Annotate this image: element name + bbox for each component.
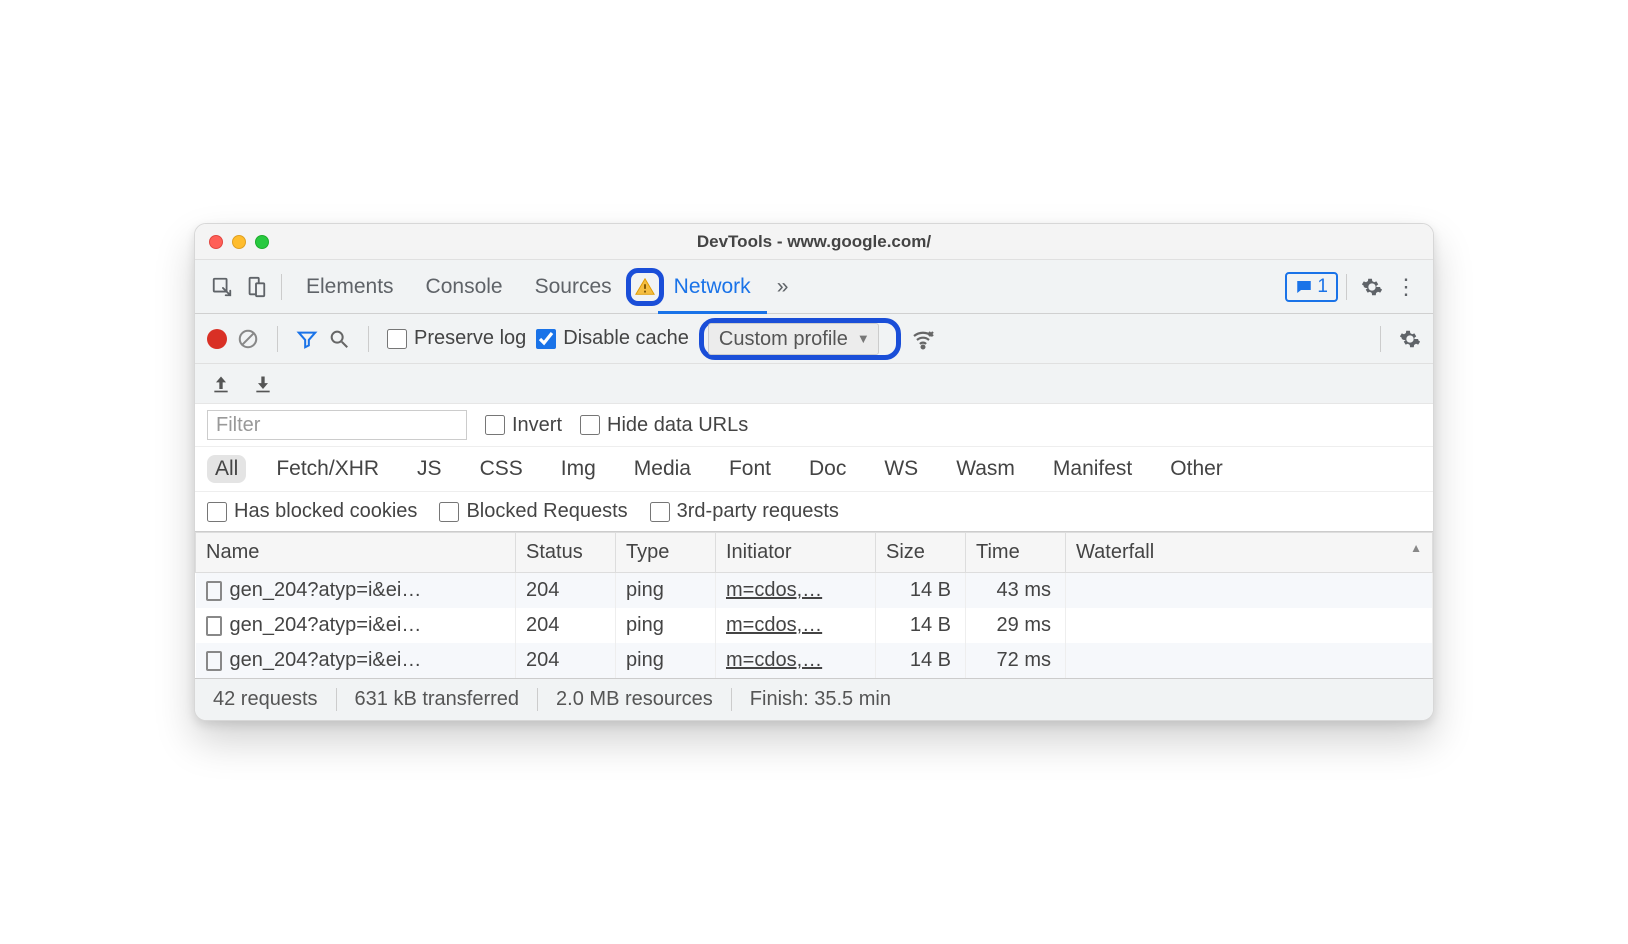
invert-checkbox[interactable]: Invert — [485, 414, 562, 437]
initiator-link[interactable]: m=cdos,… — [726, 614, 822, 636]
filter-js[interactable]: JS — [409, 455, 450, 483]
hide-data-urls-checkbox[interactable]: Hide data URLs — [580, 414, 748, 437]
col-waterfall[interactable]: Waterfall — [1066, 533, 1433, 573]
filter-wasm[interactable]: Wasm — [948, 455, 1023, 483]
invert-label: Invert — [512, 414, 562, 437]
request-row[interactable]: gen_204?atyp=i&ei… 204 ping m=cdos,… 14 … — [196, 643, 1433, 678]
col-type[interactable]: Type — [616, 533, 716, 573]
document-icon — [206, 581, 222, 601]
main-tabbar: Elements Console Sources Network » 1 ⋮ — [195, 260, 1433, 314]
filter-placeholder: Filter — [216, 414, 260, 437]
filter-img[interactable]: Img — [553, 455, 604, 483]
filter-row: Filter Invert Hide data URLs — [195, 404, 1433, 447]
preserve-log-checkbox[interactable]: Preserve log — [387, 327, 526, 350]
request-row[interactable]: gen_204?atyp=i&ei… 204 ping m=cdos,… 14 … — [196, 573, 1433, 609]
har-row — [195, 364, 1433, 404]
device-toggle-icon[interactable] — [239, 270, 273, 304]
status-bar: 42 requests 631 kB transferred 2.0 MB re… — [195, 678, 1433, 720]
network-settings-icon[interactable] — [1399, 328, 1421, 350]
disable-cache-label: Disable cache — [563, 327, 689, 350]
issues-badge[interactable]: 1 — [1285, 272, 1338, 302]
separator — [1380, 326, 1381, 352]
col-name[interactable]: Name — [196, 533, 516, 573]
tab-sources[interactable]: Sources — [519, 260, 628, 313]
inspect-icon[interactable] — [205, 270, 239, 304]
preserve-log-label: Preserve log — [414, 327, 526, 350]
tab-elements[interactable]: Elements — [290, 260, 410, 313]
document-icon — [206, 651, 222, 671]
disable-cache-checkbox[interactable]: Disable cache — [536, 327, 689, 350]
warning-icon — [634, 276, 656, 298]
clear-icon[interactable] — [237, 328, 259, 350]
status-requests: 42 requests — [195, 688, 337, 711]
filter-doc[interactable]: Doc — [801, 455, 854, 483]
filter-all[interactable]: All — [207, 455, 246, 483]
resource-type-filters: All Fetch/XHR JS CSS Img Media Font Doc … — [195, 447, 1433, 492]
separator — [281, 274, 282, 300]
network-conditions-icon[interactable] — [911, 327, 935, 351]
throttling-select[interactable]: Custom profile — [708, 323, 879, 355]
col-size[interactable]: Size — [876, 533, 966, 573]
filter-fetch-xhr[interactable]: Fetch/XHR — [268, 455, 387, 483]
separator — [1346, 274, 1347, 300]
hide-data-urls-label: Hide data URLs — [607, 414, 748, 437]
third-party-checkbox[interactable]: 3rd-party requests — [650, 500, 839, 523]
more-tabs-Button[interactable]: » — [767, 275, 799, 299]
separator — [368, 326, 369, 352]
export-har-icon[interactable] — [211, 374, 231, 394]
requests-table: Name Status Type Initiator Size Time Wat… — [195, 532, 1433, 678]
status-resources: 2.0 MB resources — [538, 688, 732, 711]
filter-css[interactable]: CSS — [472, 455, 531, 483]
issues-count: 1 — [1317, 276, 1328, 298]
document-icon — [206, 616, 222, 636]
col-initiator[interactable]: Initiator — [716, 533, 876, 573]
initiator-link[interactable]: m=cdos,… — [726, 579, 822, 601]
kebab-menu-icon[interactable]: ⋮ — [1389, 270, 1423, 304]
request-row[interactable]: gen_204?atyp=i&ei… 204 ping m=cdos,… 14 … — [196, 608, 1433, 643]
separator — [277, 326, 278, 352]
devtools-window: DevTools - www.google.com/ Elements Cons… — [194, 223, 1434, 721]
settings-icon[interactable] — [1355, 270, 1389, 304]
filter-font[interactable]: Font — [721, 455, 779, 483]
window-title: DevTools - www.google.com/ — [195, 232, 1433, 252]
blocked-cookies-checkbox[interactable]: Has blocked cookies — [207, 500, 417, 523]
tab-console[interactable]: Console — [410, 260, 519, 313]
status-finish: Finish: 35.5 min — [732, 688, 909, 711]
status-transferred: 631 kB transferred — [337, 688, 539, 711]
filter-input[interactable]: Filter — [207, 410, 467, 440]
blocked-requests-checkbox[interactable]: Blocked Requests — [439, 500, 627, 523]
filter-media[interactable]: Media — [626, 455, 699, 483]
requests-tbody: gen_204?atyp=i&ei… 204 ping m=cdos,… 14 … — [196, 573, 1433, 679]
throttle-highlight: Custom profile — [699, 318, 901, 360]
record-button[interactable] — [207, 329, 227, 349]
filter-icon[interactable] — [296, 328, 318, 350]
network-toolbar: Preserve log Disable cache Custom profil… — [195, 314, 1433, 364]
initiator-link[interactable]: m=cdos,… — [726, 649, 822, 671]
message-icon — [1295, 278, 1313, 296]
extra-filter-row: Has blocked cookies Blocked Requests 3rd… — [195, 492, 1433, 532]
title-bar: DevTools - www.google.com/ — [195, 224, 1433, 260]
import-har-icon[interactable] — [253, 374, 273, 394]
filter-other[interactable]: Other — [1162, 455, 1231, 483]
col-time[interactable]: Time — [966, 533, 1066, 573]
filter-ws[interactable]: WS — [876, 455, 926, 483]
filter-manifest[interactable]: Manifest — [1045, 455, 1140, 483]
col-status[interactable]: Status — [516, 533, 616, 573]
search-icon[interactable] — [328, 328, 350, 350]
tab-network[interactable]: Network — [658, 260, 767, 313]
